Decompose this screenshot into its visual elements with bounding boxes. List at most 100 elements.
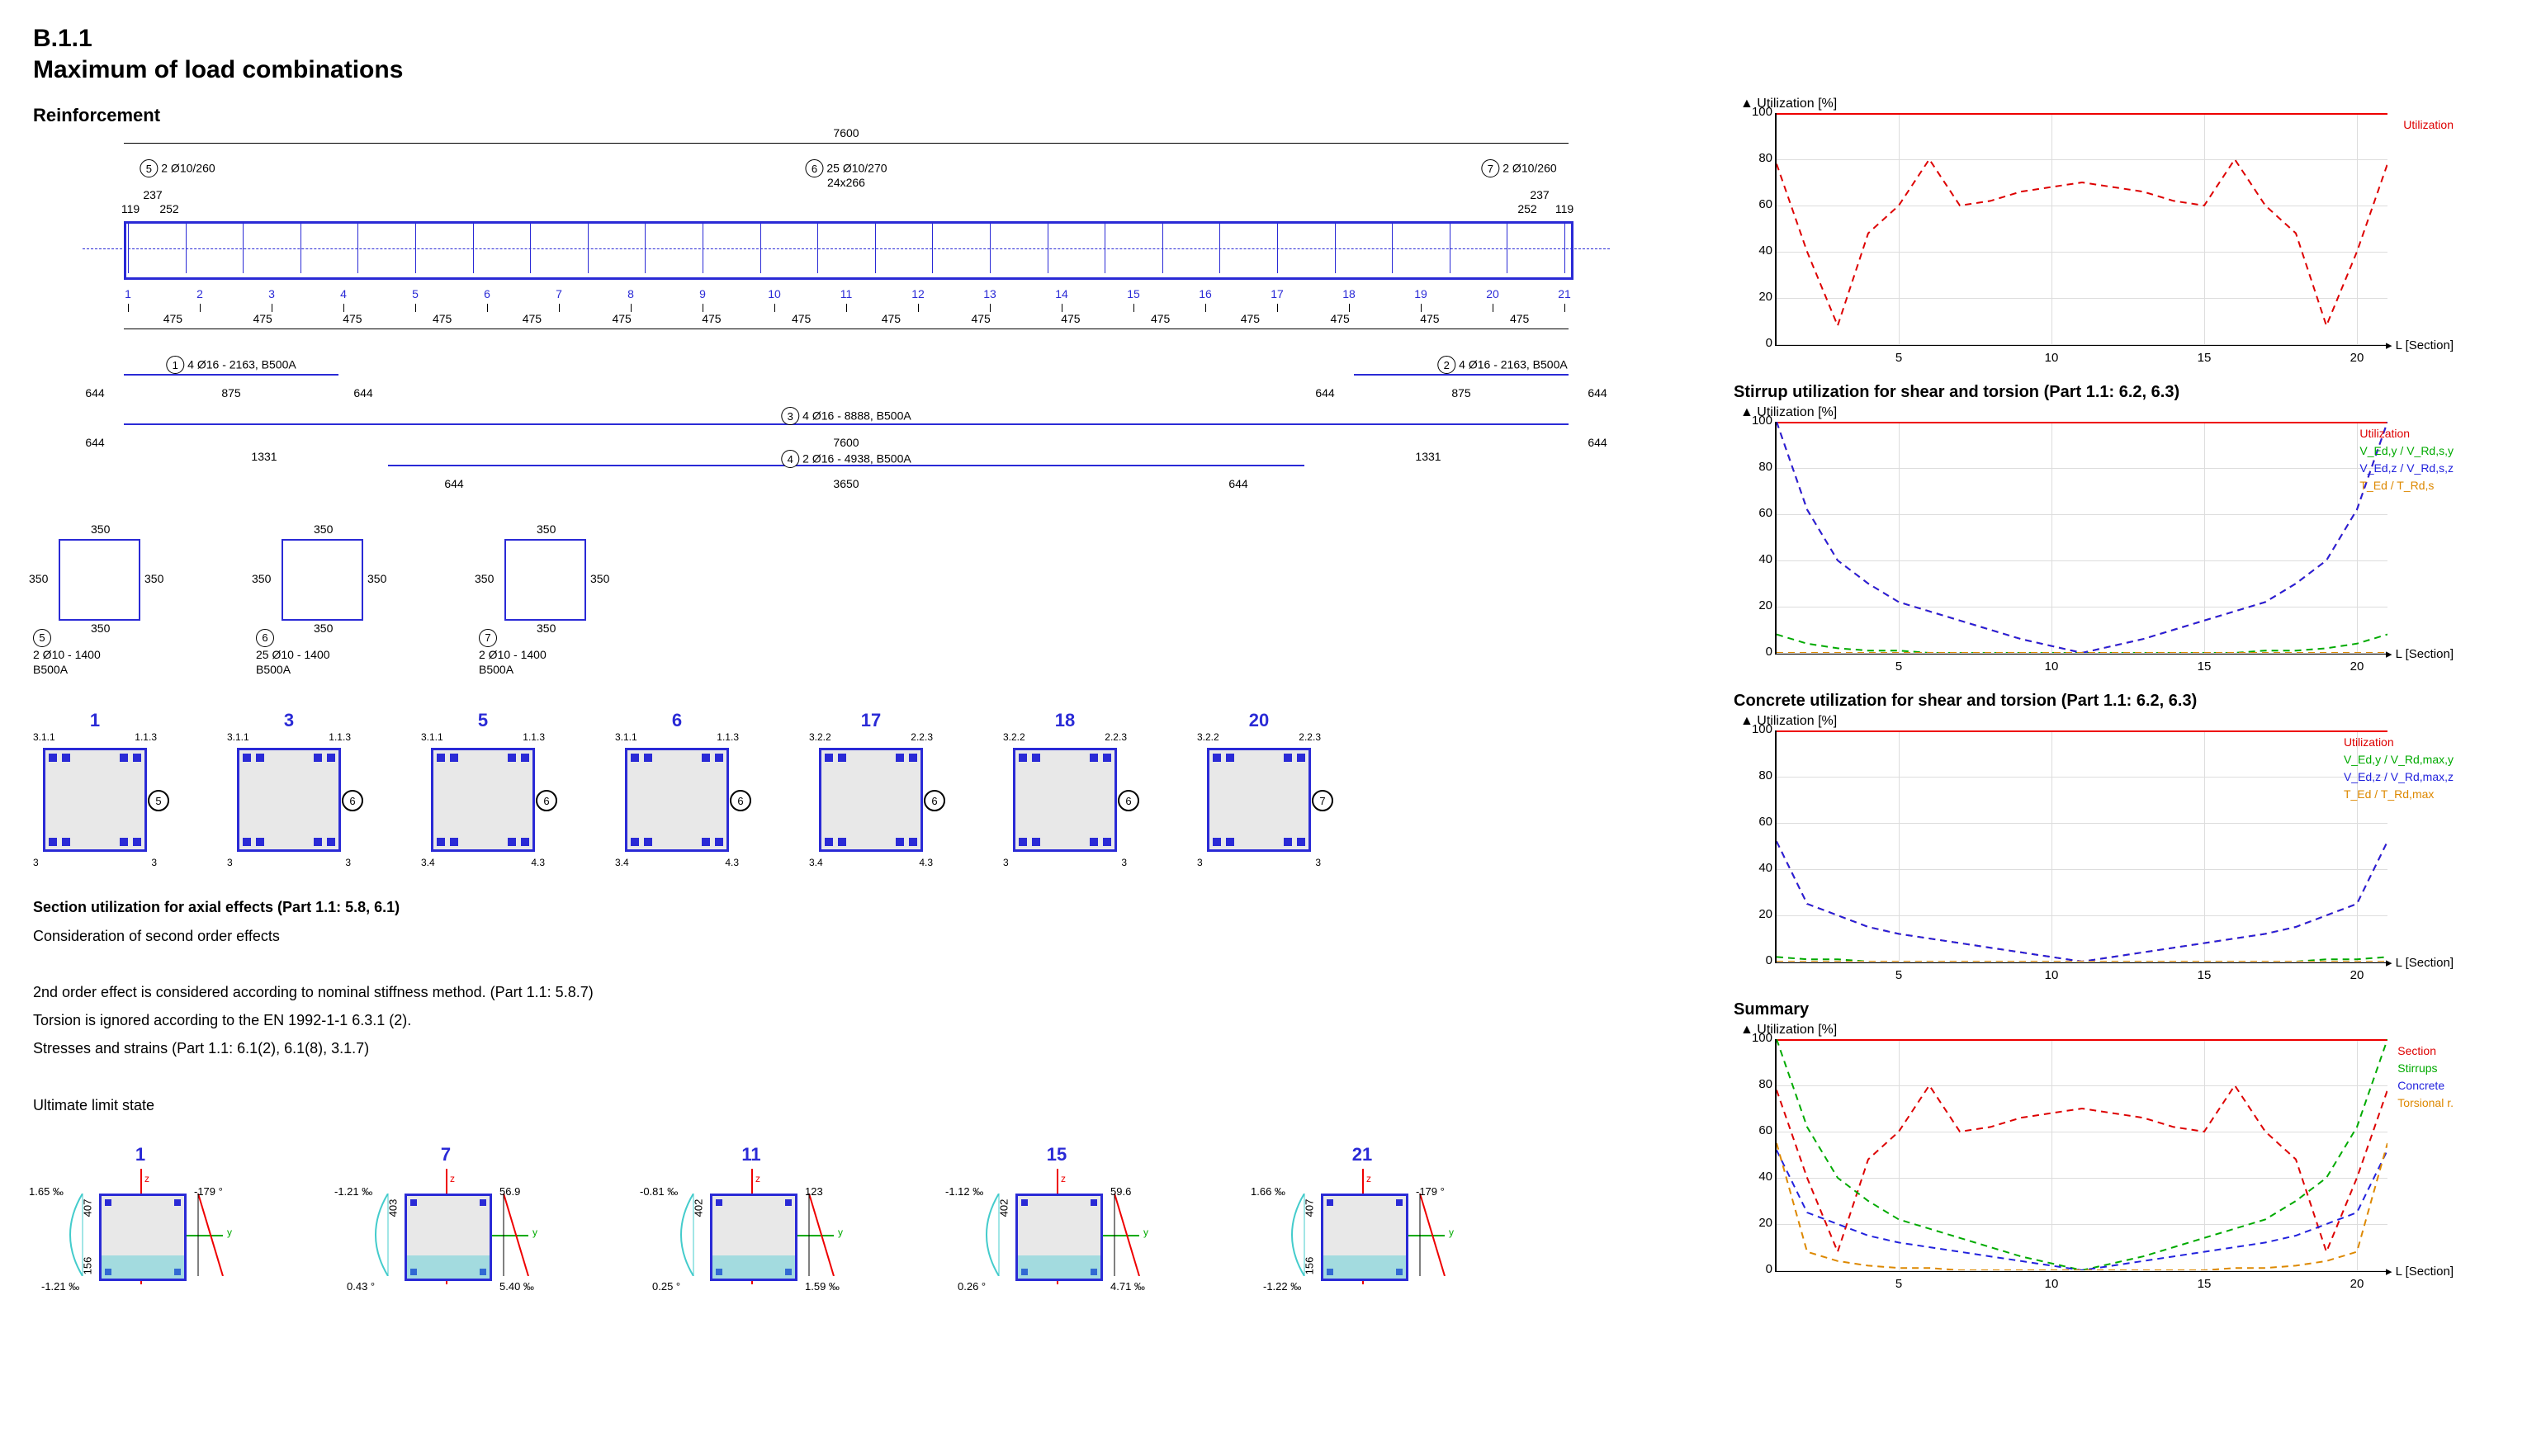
section-marker: 12 bbox=[911, 287, 925, 300]
spacing-dim: 475 bbox=[971, 312, 990, 325]
circled-number-icon: 6 bbox=[342, 790, 363, 811]
section-marker: 16 bbox=[1199, 287, 1212, 300]
section-marker: 14 bbox=[1055, 287, 1068, 300]
y-axis-label: ▲ Utilization [%] bbox=[1740, 405, 2411, 420]
chart-legend: UtilizationV_Ed,y / V_Rd,max,yV_Ed,z / V… bbox=[2344, 734, 2454, 803]
strain-section-num: 11 bbox=[644, 1144, 859, 1165]
strain-section-num: 7 bbox=[338, 1144, 553, 1165]
spacing-dim: 475 bbox=[253, 312, 272, 325]
stirrup-caption: 2 Ø10 - 1400 bbox=[33, 648, 101, 661]
note-second-order: 2nd order effect is considered according… bbox=[33, 978, 1668, 1006]
spacing-dim: 475 bbox=[1241, 312, 1260, 325]
cross-section-title: 20 bbox=[1197, 710, 1321, 731]
spacing-dim: 475 bbox=[882, 312, 901, 325]
x-tick: 10 bbox=[2045, 659, 2059, 674]
stirrup-caption: 2 Ø10 - 1400 bbox=[479, 648, 547, 661]
chart-title: Stirrup utilization for shear and torsio… bbox=[1734, 383, 2411, 402]
stirrup-zone-icon-7: 7 bbox=[1481, 159, 1499, 177]
section-marker: 5 bbox=[412, 287, 419, 300]
strain-diagram-row: 14071561.65 ‰-1.21 ‰-179 °zy 7403-1.21 ‰0… bbox=[33, 1144, 1668, 1326]
circled-number-icon: 6 bbox=[730, 790, 751, 811]
cross-section: 63.1.11.1.363.44.3 bbox=[615, 710, 739, 868]
x-tick: 15 bbox=[2198, 1277, 2212, 1291]
stirrup-section-box bbox=[282, 539, 363, 621]
strain-section-num: 1 bbox=[33, 1144, 248, 1165]
chart-summary: Summary▲ Utilization [%]0204060801005101… bbox=[1734, 1000, 2411, 1272]
y-tick: 40 bbox=[1735, 243, 1772, 258]
strain-diagram: 11402-0.81 ‰0.25 °1231.59 ‰zy bbox=[644, 1144, 859, 1326]
x-axis-label: ▸ L [Section] bbox=[2386, 955, 2454, 970]
y-tick: 40 bbox=[1735, 861, 1772, 875]
y-tick: 80 bbox=[1735, 1077, 1772, 1091]
x-tick: 5 bbox=[1895, 968, 1902, 982]
spacing-dim: 475 bbox=[1330, 312, 1349, 325]
y-tick: 0 bbox=[1735, 336, 1772, 350]
spacing-dim: 475 bbox=[343, 312, 362, 325]
y-tick: 100 bbox=[1735, 722, 1772, 736]
strain-diagram: 14071561.65 ‰-1.21 ‰-179 °zy bbox=[33, 1144, 248, 1326]
stirrup-zone-icon-6: 6 bbox=[805, 159, 823, 177]
strain-diagram: 214071561.66 ‰-1.22 ‰-179 °zy bbox=[1255, 1144, 1469, 1326]
chart-title: Summary bbox=[1734, 1000, 2411, 1019]
stirrup-section-box bbox=[504, 539, 586, 621]
cross-section: 53.1.11.1.363.44.3 bbox=[421, 710, 545, 868]
x-tick: 15 bbox=[2198, 659, 2212, 674]
cross-section: 203.2.22.2.3733 bbox=[1197, 710, 1321, 868]
note-uls: Ultimate limit state bbox=[33, 1091, 1668, 1119]
chart-stirrup: Stirrup utilization for shear and torsio… bbox=[1734, 383, 2411, 655]
y-axis-label: ▲ Utilization [%] bbox=[1740, 1023, 2411, 1038]
cross-section-title: 1 bbox=[33, 710, 157, 731]
cross-section-row: 13.1.11.1.353333.1.11.1.363353.1.11.1.36… bbox=[33, 710, 1668, 868]
x-axis-label: ▸ L [Section] bbox=[2386, 646, 2454, 661]
chart-concrete: Concrete utilization for shear and torsi… bbox=[1734, 692, 2411, 963]
section-marker: 9 bbox=[699, 287, 706, 300]
y-tick: 100 bbox=[1735, 105, 1772, 119]
section-marker: 3 bbox=[268, 287, 275, 300]
rebar-4-label: 2 Ø16 - 4938, B500A bbox=[802, 452, 911, 466]
spacing-dim: 475 bbox=[612, 312, 631, 325]
x-tick: 20 bbox=[2350, 351, 2364, 365]
section-marker: 4 bbox=[340, 287, 347, 300]
spacing-dim: 475 bbox=[433, 312, 452, 325]
y-tick: 20 bbox=[1735, 290, 1772, 304]
x-axis-label: ▸ L [Section] bbox=[2386, 1264, 2454, 1279]
section-marker: 18 bbox=[1342, 287, 1356, 300]
stirrup-zone-label-7: 2 Ø10/260 bbox=[1502, 162, 1556, 175]
y-tick: 0 bbox=[1735, 953, 1772, 967]
chart-legend: Utilization bbox=[2403, 116, 2454, 134]
y-axis-label: ▲ Utilization [%] bbox=[1740, 97, 2411, 111]
beam-elevation: 7600 5 2 Ø10/260 237 119 252 6 25 Ø10/27… bbox=[33, 143, 1668, 506]
strain-diagram: 7403-1.21 ‰0.43 °56.95.40 ‰zy bbox=[338, 1144, 553, 1326]
circled-number-icon: 5 bbox=[148, 790, 169, 811]
y-tick: 20 bbox=[1735, 598, 1772, 612]
cross-section: 183.2.22.2.3633 bbox=[1003, 710, 1127, 868]
x-tick: 5 bbox=[1895, 659, 1902, 674]
y-tick: 80 bbox=[1735, 768, 1772, 782]
y-tick: 0 bbox=[1735, 1262, 1772, 1276]
y-tick: 60 bbox=[1735, 197, 1772, 211]
spacing-dim: 475 bbox=[702, 312, 721, 325]
strain-section-num: 15 bbox=[949, 1144, 1164, 1165]
section-marker: 19 bbox=[1414, 287, 1427, 300]
x-tick: 15 bbox=[2198, 968, 2212, 982]
cross-section-title: 6 bbox=[615, 710, 739, 731]
section-marker: 11 bbox=[840, 287, 853, 300]
cross-section-title: 18 bbox=[1003, 710, 1127, 731]
cross-section-title: 3 bbox=[227, 710, 351, 731]
rebar-1-label: 4 Ø16 - 2163, B500A bbox=[187, 358, 296, 371]
section-number: B.1.1 bbox=[33, 25, 2510, 53]
spacing-dim: 475 bbox=[163, 312, 182, 325]
section-marker: 15 bbox=[1127, 287, 1140, 300]
y-tick: 100 bbox=[1735, 1031, 1772, 1045]
x-tick: 20 bbox=[2350, 968, 2364, 982]
circled-number-icon: 6 bbox=[536, 790, 557, 811]
y-tick: 100 bbox=[1735, 414, 1772, 428]
circled-number-icon: 6 bbox=[924, 790, 945, 811]
chart-legend: UtilizationV_Ed,y / V_Rd,s,yV_Ed,z / V_R… bbox=[2359, 425, 2454, 494]
strain-diagram: 15402-1.12 ‰0.26 °59.64.71 ‰zy bbox=[949, 1144, 1164, 1326]
section-marker: 20 bbox=[1486, 287, 1499, 300]
x-tick: 5 bbox=[1895, 351, 1902, 365]
stirrup-zone-label-6: 25 Ø10/270 bbox=[826, 162, 887, 175]
stirrup-zone-icon-5: 5 bbox=[140, 159, 158, 177]
y-tick: 80 bbox=[1735, 460, 1772, 474]
